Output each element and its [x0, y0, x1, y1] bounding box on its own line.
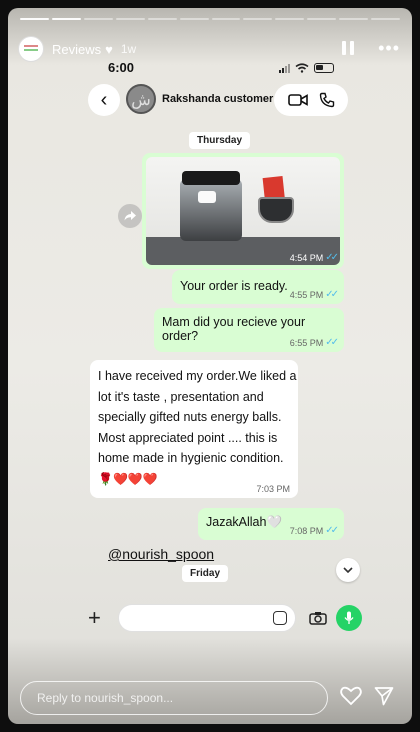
message-text: JazakAllah🤍 — [206, 515, 283, 529]
date-chip-friday: Friday — [182, 565, 229, 582]
contact-name[interactable]: Rakshanda customer — [162, 93, 273, 105]
heart-icon: ♥ — [105, 41, 113, 57]
camera-icon[interactable] — [309, 611, 327, 625]
message-composer: + — [88, 604, 368, 634]
story-progress-segment — [20, 18, 49, 20]
message-meta: 7:03 PM — [256, 484, 290, 494]
sticker-icon[interactable] — [273, 611, 287, 625]
story-time: 1w — [120, 42, 137, 56]
story-progress-segment — [339, 18, 369, 20]
story-progress-segment — [147, 18, 177, 20]
message-input[interactable] — [118, 604, 296, 632]
message-bubble[interactable]: JazakAllah🤍 7:08 PM ✓✓ — [198, 508, 344, 540]
call-actions — [274, 84, 348, 116]
message-bubble[interactable]: Mam did you recieve your order? 6:55 PM ✓… — [154, 308, 344, 352]
story-progress-segment — [307, 18, 337, 20]
photo-message[interactable]: 4:54 PM ✓✓ — [142, 153, 344, 269]
message-emojis: 🌹❤️❤️❤️ — [98, 472, 158, 486]
battery-icon — [314, 63, 334, 73]
story-progress-segment — [179, 18, 209, 20]
contact-avatar[interactable]: ش — [126, 84, 156, 114]
story-progress-segment — [211, 18, 241, 20]
status-icons — [279, 63, 334, 73]
story-progress-segment — [115, 18, 145, 20]
heart-icon[interactable] — [340, 686, 362, 706]
pause-icon[interactable] — [342, 41, 356, 57]
message-meta: 7:08 PM ✓✓ — [289, 525, 339, 536]
chevron-down-icon[interactable] — [336, 558, 360, 582]
signal-icon — [279, 63, 290, 73]
chat-header: ‹ ش Rakshanda customer — [88, 84, 348, 118]
video-call-icon[interactable] — [287, 93, 308, 107]
product-photo[interactable] — [146, 157, 340, 265]
back-icon[interactable]: ‹ — [88, 84, 120, 116]
mic-icon[interactable] — [336, 605, 362, 631]
story-progress-segment — [243, 18, 273, 20]
more-icon[interactable]: ••• — [378, 38, 400, 59]
story-progress-segment — [275, 18, 305, 20]
message-meta: 4:55 PM ✓✓ — [289, 289, 339, 300]
message-meta: 6:55 PM ✓✓ — [289, 337, 339, 348]
story-progress — [20, 18, 401, 20]
photo-timestamp: 4:54 PM ✓✓ — [289, 252, 339, 263]
date-chip-thursday: Thursday — [189, 132, 251, 149]
story-progress-segment — [51, 18, 81, 20]
wifi-icon — [295, 63, 309, 73]
phone-icon[interactable] — [319, 92, 335, 108]
message-text: I have received my order.We liked a lot … — [98, 369, 297, 465]
story-progress-segment — [371, 18, 401, 20]
message-bubble[interactable]: Your order is ready. 4:55 PM ✓✓ — [172, 270, 344, 304]
plus-icon[interactable]: + — [88, 607, 101, 629]
story-progress-segment — [83, 18, 113, 20]
phone-time: 6:00 — [108, 60, 135, 75]
story-title[interactable]: Reviews — [52, 42, 101, 57]
message-text: Your order is ready. — [180, 279, 288, 293]
story-card: Reviews ♥ 1w ••• 6:00 ‹ ش Rakshanda cust… — [8, 8, 412, 724]
phone-status-bar: 6:00 — [8, 60, 412, 80]
story-avatar[interactable] — [18, 36, 44, 62]
message-bubble[interactable]: I have received my order.We liked a lot … — [90, 360, 298, 498]
reply-input[interactable] — [21, 682, 327, 714]
story-reply-bar — [20, 681, 328, 715]
send-icon[interactable] — [374, 686, 394, 706]
share-icon[interactable] — [118, 204, 142, 228]
mention-sticker[interactable]: @nourish_spoon — [108, 546, 214, 562]
